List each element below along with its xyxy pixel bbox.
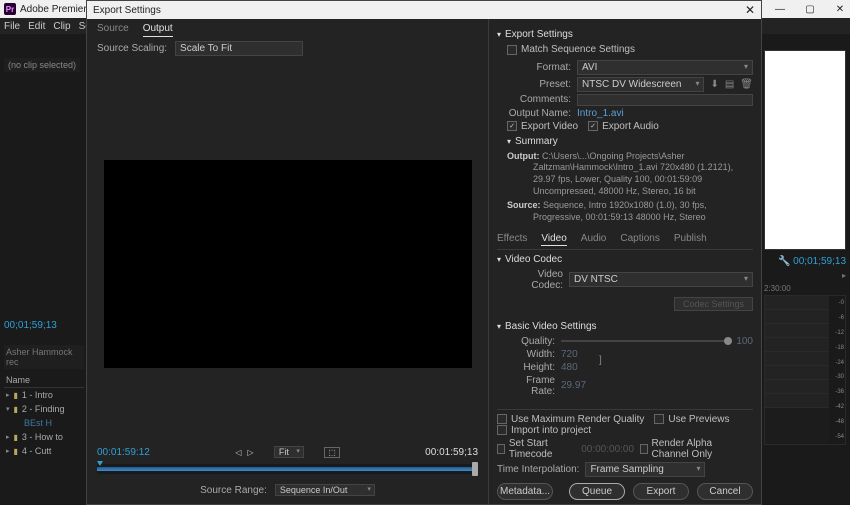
source-scaling-select[interactable]: Scale To Fit [175,41,303,56]
frame-rate-value: 29.97 [561,380,597,391]
program-timecode: 🔧 00;01;59;13 [764,256,846,267]
format-label: Format: [507,62,577,73]
dialog-close-button[interactable]: ✕ [745,3,755,17]
cancel-button[interactable]: Cancel [697,483,753,500]
menu-clip[interactable]: Clip [53,21,70,32]
project-panel: Asher Hammock rec Name ▸▮1 - Intro ▾▮2 -… [4,345,84,458]
scrubber[interactable] [97,464,478,474]
list-item[interactable]: ▾▮2 - Finding [4,402,84,416]
render-alpha-checkbox[interactable] [640,444,648,454]
timeline-ruler-time: 2:30:00 [764,284,846,293]
metadata-button[interactable]: Metadata... [497,483,553,500]
timeline-panel[interactable]: -0-6-12-18-24-30-36-42-48-54 [764,295,846,445]
preview-panel: Source Output Source Scaling: Scale To F… [87,19,489,504]
list-item[interactable]: BEst H [4,416,84,430]
queue-button[interactable]: Queue [569,483,625,500]
comments-input[interactable] [577,94,753,106]
dialog-titlebar[interactable]: Export Settings ✕ [87,1,761,19]
in-timecode[interactable]: 00:01:59:12 [97,447,150,458]
export-settings-header[interactable]: ▾Export Settings [497,29,753,40]
tab-effects[interactable]: Effects [497,233,527,246]
summary-header[interactable]: ▾Summary [507,136,753,147]
tab-publish[interactable]: Publish [674,233,707,246]
step-forward-button[interactable]: ▷ [247,448,253,457]
playhead[interactable] [97,461,103,466]
column-name[interactable]: Name [6,375,30,385]
no-clip-label: (no clip selected) [4,58,80,72]
menu-file[interactable]: File [4,21,20,32]
source-range-select[interactable]: Sequence In/Out [275,484,375,496]
height-value: 480 [561,362,597,373]
source-timecode: 00;01;59;13 [4,320,57,331]
comments-label: Comments: [507,94,577,105]
tab-output[interactable]: Output [143,23,173,37]
premiere-icon: Pr [4,3,16,15]
export-audio-checkbox[interactable] [588,121,598,131]
link-dimensions-icon[interactable]: ] [599,355,602,366]
source-scaling-label: Source Scaling: [97,43,167,54]
export-button[interactable]: Export [633,483,689,500]
quality-slider[interactable]: 100 [561,336,753,347]
height-label: Height: [507,362,561,373]
dialog-title: Export Settings [93,5,161,16]
output-name-link[interactable]: Intro_1.avi [577,108,624,119]
project-panel-title: Asher Hammock rec [4,345,84,369]
save-preset-icon[interactable]: ⬇ [710,79,718,90]
preset-label: Preset: [507,79,577,90]
tab-video[interactable]: Video [541,233,566,246]
video-codec-select[interactable]: DV NTSC [569,272,753,287]
width-value: 720 [561,349,597,360]
format-select[interactable]: AVI [577,60,753,75]
match-sequence-checkbox[interactable] [507,45,517,55]
import-into-project-checkbox[interactable] [497,425,507,435]
window-maximize-button[interactable]: ▢ [804,4,816,15]
time-interpolation-select[interactable]: Frame Sampling [585,462,705,477]
program-monitor-area: 🔧 00;01;59;13 ▸ 2:30:00 -0-6-12-18-24-30… [764,50,846,501]
program-monitor [764,50,846,250]
preset-select[interactable]: NTSC DV Widescreen [577,77,704,92]
use-previews-checkbox[interactable] [654,414,664,424]
basic-video-header[interactable]: ▾Basic Video Settings [497,321,753,332]
output-name-label: Output Name: [507,108,577,119]
source-range-label: Source Range: [200,485,267,496]
aspect-ratio-button[interactable]: ⬚ [324,447,340,458]
tab-audio[interactable]: Audio [581,233,607,246]
tab-source[interactable]: Source [97,23,129,37]
out-handle[interactable] [472,462,478,476]
max-render-quality-checkbox[interactable] [497,414,507,424]
width-label: Width: [507,349,561,360]
time-interpolation-label: Time Interpolation: [497,464,585,475]
export-video-checkbox[interactable] [507,121,517,131]
window-minimize-button[interactable]: — [774,4,786,15]
set-start-timecode-checkbox[interactable] [497,444,505,454]
summary-output-text: C:\Users\...\Ongoing Projects\Asher Zalt… [533,151,733,196]
settings-panel: ▾Export Settings Match Sequence Settings… [489,19,761,504]
video-codec-header[interactable]: ▾Video Codec [497,254,753,265]
frame-rate-label: Frame Rate: [507,375,561,397]
summary-source-text: Sequence, Intro 1920x1080 (1.0), 30 fps,… [533,200,707,222]
quality-label: Quality: [507,336,561,347]
step-back-button[interactable]: ◁ [235,448,241,457]
out-timecode[interactable]: 00:01:59;13 [425,447,478,458]
video-codec-label: Video Codec: [507,269,569,291]
start-timecode-value: 00:00:00:00 [581,444,634,455]
match-sequence-label: Match Sequence Settings [521,44,635,55]
import-preset-icon[interactable]: ▤ [725,79,734,90]
source-monitor-panel: (no clip selected) [4,50,84,72]
tab-captions[interactable]: Captions [620,233,659,246]
list-item[interactable]: ▸▮3 - How to [4,430,84,444]
audio-meters: -0-6-12-18-24-30-36-42-48-54 [829,296,845,444]
menu-edit[interactable]: Edit [28,21,45,32]
codec-settings-button: Codec Settings [674,297,753,311]
export-settings-dialog: Export Settings ✕ Source Output Source S… [86,0,762,505]
list-item[interactable]: ▸▮1 - Intro [4,388,84,402]
preview-video[interactable] [104,160,472,368]
delete-preset-icon[interactable]: 🗑 [740,79,753,90]
window-close-button[interactable]: ✕ [834,4,846,15]
list-item[interactable]: ▸▮4 - Cutt [4,444,84,458]
zoom-fit-select[interactable]: Fit [274,446,304,458]
